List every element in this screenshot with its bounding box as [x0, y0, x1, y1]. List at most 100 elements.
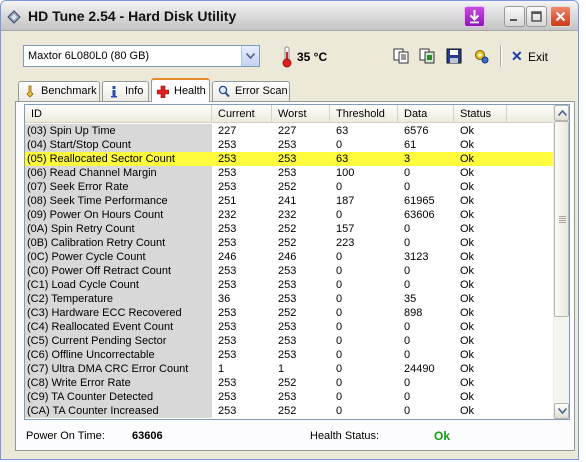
options-icon[interactable]: [473, 48, 489, 64]
cell-current: 253: [218, 391, 237, 403]
copy-screen-icon[interactable]: [419, 48, 435, 64]
cell-threshold: 0: [336, 279, 343, 291]
temperature-readout: 35 °C: [297, 50, 328, 64]
table-row[interactable]: (0B) Calibration Retry Count 253 252 223 0 Ok: [25, 236, 555, 250]
cell-data: 0: [404, 391, 411, 403]
column-header-threshold[interactable]: Threshold: [330, 105, 398, 123]
title-bar[interactable]: HD Tune 2.54 - Hard Disk Utility: [1, 1, 578, 31]
cell-status: Ok: [460, 195, 475, 207]
table-row[interactable]: (C0) Power Off Retract Count 253 253 0 0 Ok: [25, 264, 555, 278]
table-row[interactable]: (07) Seek Error Rate 253 252 0 0 Ok: [25, 180, 555, 194]
cell-data: 0: [404, 265, 411, 277]
maximize-icon[interactable]: [526, 6, 547, 27]
toolbar-separator: [500, 45, 502, 67]
cell-threshold: 0: [336, 363, 343, 375]
cell-data: 0: [404, 405, 411, 417]
tab-health[interactable]: Health: [151, 78, 210, 102]
cell-threshold: 0: [336, 265, 343, 277]
tab-benchmark[interactable]: Benchmark: [18, 81, 100, 101]
column-header-status[interactable]: Status: [454, 105, 507, 123]
copy-text-icon[interactable]: [393, 48, 409, 64]
table-row[interactable]: (08) Seek Time Performance 251 241 187 61965…: [25, 194, 555, 208]
table-row[interactable]: (04) Start/Stop Count 253 253 0 61 Ok: [25, 138, 555, 152]
cell-data: 0: [404, 167, 411, 179]
cell-id: (C4) Reallocated Event Count: [25, 320, 212, 334]
cell-current: 253: [218, 181, 237, 193]
cell-data: 61: [404, 139, 417, 151]
cell-id: (C2) Temperature: [25, 292, 212, 306]
exit-button[interactable]: ✕ Exit: [509, 48, 551, 66]
cell-current: 253: [218, 279, 237, 291]
cell-id: (C9) TA Counter Detected: [25, 390, 212, 404]
save-icon[interactable]: [446, 48, 462, 64]
power-on-time-label: Power On Time:: [26, 430, 105, 442]
hd-tune-icon[interactable]: [6, 8, 22, 24]
cell-status: Ok: [460, 335, 475, 347]
table-row[interactable]: (C3) Hardware ECC Recovered 253 252 0 898 Ok: [25, 306, 555, 320]
table-row[interactable]: (C1) Load Cycle Count 253 253 0 0 Ok: [25, 278, 555, 292]
table-row[interactable]: (09) Power On Hours Count 232 232 0 63606 Ok: [25, 208, 555, 222]
cell-current: 253: [218, 405, 237, 417]
cell-id: (0A) Spin Retry Count: [25, 222, 212, 236]
column-header-current[interactable]: Current: [212, 105, 272, 123]
cell-status: Ok: [460, 181, 475, 193]
table-row[interactable]: (0C) Power Cycle Count 246 246 0 3123 Ok: [25, 250, 555, 264]
chevron-down-icon[interactable]: [241, 46, 259, 66]
cell-id: (C8) Write Error Rate: [25, 376, 212, 390]
cell-data: 61965: [404, 195, 435, 207]
cell-id: (07) Seek Error Rate: [25, 180, 212, 194]
vertical-scrollbar[interactable]: [553, 105, 569, 419]
cell-worst: 253: [278, 349, 297, 361]
column-header-data[interactable]: Data: [398, 105, 454, 123]
table-row[interactable]: (05) Reallocated Sector Count 253 253 63 3 Ok: [25, 152, 555, 166]
column-header-worst[interactable]: Worst: [272, 105, 330, 123]
cell-data: 0: [404, 335, 411, 347]
health-panel: ID Current Worst Threshold Data Status (…: [15, 101, 575, 451]
cell-threshold: 100: [336, 167, 355, 179]
cell-status: Ok: [460, 209, 475, 221]
cell-current: 253: [218, 377, 237, 389]
minimize-icon[interactable]: [504, 6, 525, 27]
table-row[interactable]: (03) Spin Up Time 227 227 63 6576 Ok: [25, 124, 555, 138]
cell-id: (0B) Calibration Retry Count: [25, 236, 212, 250]
cell-worst: 253: [278, 335, 297, 347]
table-row[interactable]: (CA) TA Counter Increased 253 252 0 0 Ok: [25, 404, 555, 418]
cell-threshold: 0: [336, 335, 343, 347]
close-icon[interactable]: [550, 6, 571, 27]
table-row[interactable]: (0A) Spin Retry Count 253 252 157 0 Ok: [25, 222, 555, 236]
cell-id: (C6) Offline Uncorrectable: [25, 348, 212, 362]
cell-current: 36: [218, 293, 231, 305]
table-row[interactable]: (C6) Offline Uncorrectable 253 253 0 0 Ok: [25, 348, 555, 362]
table-row[interactable]: (C7) Ultra DMA CRC Error Count 1 1 0 24490 Ok: [25, 362, 555, 376]
benchmark-icon: [24, 85, 36, 98]
tab-error-scan[interactable]: Error Scan: [212, 81, 290, 101]
scroll-up-icon[interactable]: [554, 105, 569, 121]
cell-threshold: 0: [336, 391, 343, 403]
table-row[interactable]: (C2) Temperature 36 253 0 35 Ok: [25, 292, 555, 306]
smart-table[interactable]: ID Current Worst Threshold Data Status (…: [24, 104, 570, 420]
cell-worst: 252: [278, 377, 297, 389]
cell-status: Ok: [460, 139, 475, 151]
cell-threshold: 0: [336, 139, 343, 151]
cell-current: 253: [218, 167, 237, 179]
scroll-down-icon[interactable]: [554, 403, 569, 419]
download-arrow-icon[interactable]: [464, 6, 485, 27]
cell-status: Ok: [460, 265, 475, 277]
cell-status: Ok: [460, 237, 475, 249]
cell-threshold: 187: [336, 195, 355, 207]
column-header-id[interactable]: ID: [25, 105, 212, 123]
cell-data: 0: [404, 237, 411, 249]
cell-current: 232: [218, 209, 237, 221]
tab-benchmark-label: Benchmark: [41, 85, 97, 97]
table-row[interactable]: (C9) TA Counter Detected 253 253 0 0 Ok: [25, 390, 555, 404]
cell-threshold: 0: [336, 293, 343, 305]
table-row[interactable]: (C8) Write Error Rate 253 252 0 0 Ok: [25, 376, 555, 390]
table-row[interactable]: (06) Read Channel Margin 253 253 100 0 Ok: [25, 166, 555, 180]
table-row[interactable]: (C5) Current Pending Sector 253 253 0 0 Ok: [25, 334, 555, 348]
tab-info[interactable]: Info: [102, 81, 149, 101]
tab-info-label: Info: [125, 85, 144, 97]
power-on-time-value: 63606: [132, 430, 163, 442]
drive-select[interactable]: Maxtor 6L080L0 (80 GB): [23, 45, 260, 67]
table-row[interactable]: (C4) Reallocated Event Count 253 253 0 0 Ok: [25, 320, 555, 334]
scroll-thumb[interactable]: [554, 121, 569, 317]
